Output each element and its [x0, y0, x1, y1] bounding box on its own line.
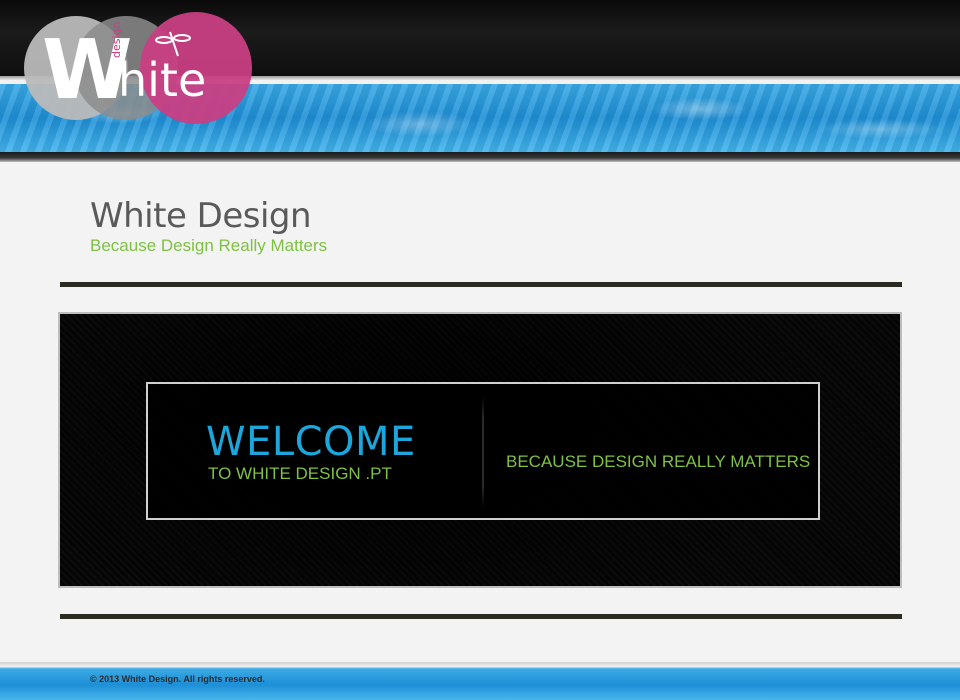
divider-top: [60, 282, 902, 287]
logo-wordmark: hite: [118, 53, 206, 107]
welcome-heading: WELCOME: [206, 419, 416, 465]
divider-bottom: [60, 614, 902, 619]
white-design-logo[interactable]: W hite design: [18, 10, 258, 125]
site-title: White Design: [90, 196, 312, 236]
banner-tagline: BECAUSE DESIGN REALLY MATTERS: [506, 452, 811, 471]
welcome-separator: [482, 396, 484, 508]
footer-copyright: © 2013 White Design. All rights reserved…: [90, 674, 265, 684]
main-content: White Design Because Design Really Matte…: [0, 162, 960, 662]
header-band-edge: [0, 152, 960, 162]
logo-small-text: design: [110, 21, 123, 58]
welcome-banner: WELCOME TO WHITE DESIGN .PT BECAUSE DESI…: [58, 312, 902, 588]
site-tagline: Because Design Really Matters: [90, 236, 328, 255]
footer: © 2013 White Design. All rights reserved…: [0, 662, 960, 700]
welcome-box: WELCOME TO WHITE DESIGN .PT BECAUSE DESI…: [146, 382, 820, 520]
welcome-subheading: TO WHITE DESIGN .PT: [208, 464, 392, 483]
